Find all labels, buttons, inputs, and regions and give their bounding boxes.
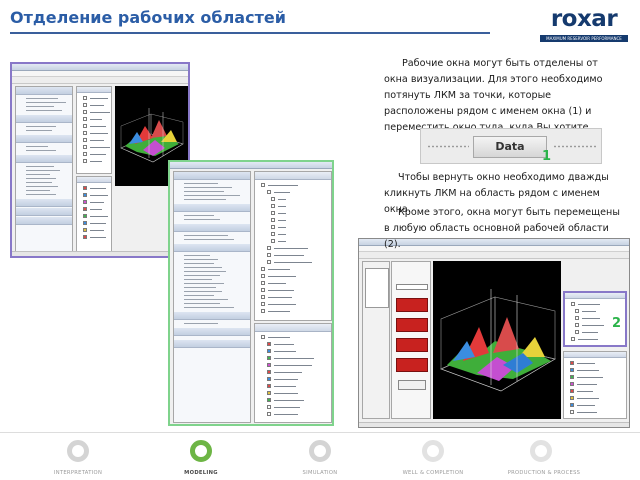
docked-3d-model-render xyxy=(440,289,556,392)
well-completion-icon xyxy=(422,440,444,462)
modeling-icon xyxy=(190,440,212,462)
logo-tagline: MAXIMUM RESERVOIR PERFORMANCE xyxy=(540,35,628,42)
screenshot-detached-data-window xyxy=(168,160,334,426)
callout-number-1: 1 xyxy=(542,149,552,164)
drag-handle-dots-left xyxy=(427,145,469,148)
data-pane-header-image: Data xyxy=(420,128,602,164)
nav-production-process: PRODUCTION & PROCESS xyxy=(507,470,581,476)
workflow-panel xyxy=(362,261,390,419)
explorer-panel xyxy=(15,86,73,254)
nav-interpretation: INTERPRETATION xyxy=(53,470,103,476)
simulation-icon xyxy=(309,440,331,462)
production-process-icon xyxy=(530,440,552,462)
docked-3d-viewport xyxy=(433,261,561,419)
screenshot-docked-window xyxy=(358,238,630,428)
instruction-paragraph-detach: Рабочие окна могут быть отделены от окна… xyxy=(384,58,603,133)
detached-tools-panel xyxy=(173,171,251,423)
detached-tree-panel xyxy=(254,171,332,321)
callout-number-2: 2 xyxy=(612,316,622,331)
nav-well-completion: WELL & COMPLETION xyxy=(402,470,464,476)
detached-clipboard-panel xyxy=(254,323,332,423)
roxar-logo: roxar MAXIMUM RESERVOIR PERFORMANCE xyxy=(536,6,632,44)
drag-handle-dots-right xyxy=(553,145,597,148)
header-divider xyxy=(10,32,490,34)
nav-simulation: SIMULATION xyxy=(302,470,338,476)
workflow-steps-panel xyxy=(391,261,431,419)
logo-wordmark: roxar xyxy=(550,6,618,32)
screenshot-main-window xyxy=(10,62,190,258)
footer-divider xyxy=(0,432,640,433)
instruction-paragraph-move: Кроме этого, окна могут быть перемещены … xyxy=(384,207,620,250)
nav-modeling: MODELING xyxy=(184,470,218,476)
data-tree-panel xyxy=(76,86,112,174)
page-title: Отделение рабочих областей xyxy=(10,8,286,27)
docked-clipboard-panel xyxy=(563,351,627,419)
interpretation-icon xyxy=(67,440,89,462)
clipboard-panel xyxy=(76,176,112,254)
data-tab-label: Data xyxy=(473,136,547,158)
